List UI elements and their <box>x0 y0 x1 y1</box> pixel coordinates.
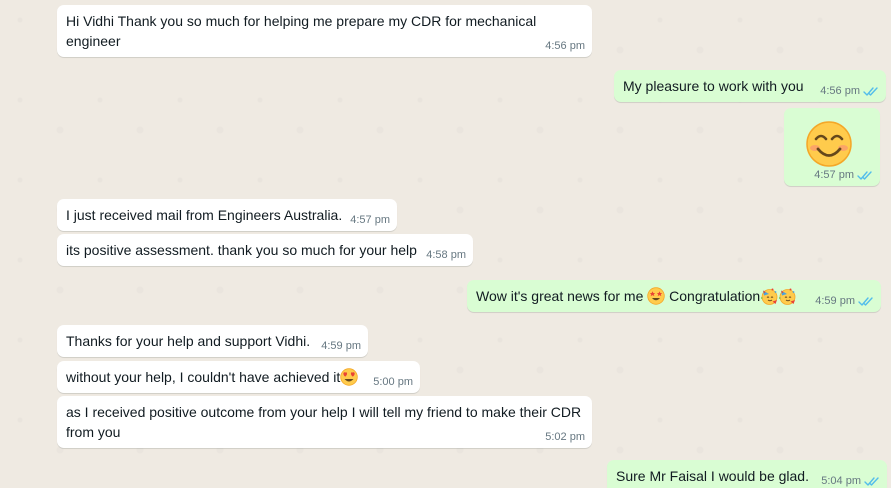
message-timestamp: 5:02 pm <box>545 431 585 443</box>
message-timestamp: 5:00 pm <box>373 376 413 388</box>
message-bubble-incoming[interactable]: as I received positive outcome from your… <box>57 396 592 448</box>
message-bubble-incoming[interactable]: I just received mail from Engineers Aust… <box>57 199 397 231</box>
message-timestamp: 5:04 pm <box>821 475 861 487</box>
message-bubble-incoming[interactable]: Thanks for your help and support Vidhi. … <box>57 325 368 357</box>
message-bubble-incoming[interactable]: without your help, I couldn't have achie… <box>57 361 420 393</box>
message-bubble-outgoing[interactable]: Wow it's great news for me Congratulatio… <box>467 280 881 312</box>
message-meta: 4:59 pm <box>815 294 874 308</box>
partying-face-emoji-icon <box>760 287 778 305</box>
heart-eyes-emoji-icon <box>340 368 358 386</box>
message-text-part: Wow it's great news for me <box>476 288 644 304</box>
double-check-icon <box>863 86 879 97</box>
message-text: as I received positive outcome from your… <box>66 404 582 440</box>
message-bubble-incoming[interactable]: its positive assessment. thank you so mu… <box>57 234 473 266</box>
message-timestamp: 4:59 pm <box>321 340 361 352</box>
message-bubble-outgoing[interactable]: Sure Mr Faisal I would be glad. 5:04 pm <box>607 460 887 488</box>
message-text: its positive assessment. thank you so mu… <box>66 242 417 258</box>
smiling-face-emoji-icon <box>805 120 853 168</box>
message-timestamp: 4:57 pm <box>814 169 854 181</box>
message-timestamp: 4:57 pm <box>350 214 390 226</box>
message-timestamp: 4:59 pm <box>815 295 855 307</box>
message-text-part: Congratulation <box>669 288 761 304</box>
double-check-icon <box>864 476 880 487</box>
message-bubble-incoming[interactable]: Hi Vidhi Thank you so much for helping m… <box>57 5 592 57</box>
message-timestamp: 4:56 pm <box>545 40 585 52</box>
message-text: I just received mail from Engineers Aust… <box>66 207 343 223</box>
message-text: Thanks for your help and support Vidhi. <box>66 333 311 349</box>
message-bubble-outgoing[interactable]: 4:57 pm <box>784 108 880 186</box>
message-bubble-outgoing[interactable]: My pleasure to work with you 4:56 pm <box>614 70 886 102</box>
message-timestamp: 4:58 pm <box>426 249 466 261</box>
message-text-part: without your help, I couldn't have achie… <box>66 369 341 385</box>
message-text: without your help, I couldn't have achie… <box>66 367 411 387</box>
message-meta: 4:57 pm <box>814 168 873 182</box>
message-text: Hi Vidhi Thank you so much for helping m… <box>66 13 537 49</box>
double-check-icon <box>858 296 874 307</box>
double-check-icon <box>857 170 873 181</box>
message-meta: 5:04 pm <box>821 474 880 488</box>
message-timestamp: 4:56 pm <box>820 85 860 97</box>
message-meta: 4:56 pm <box>820 84 879 98</box>
star-struck-emoji-icon <box>647 287 665 305</box>
partying-face-emoji-icon <box>778 287 796 305</box>
message-text: Wow it's great news for me Congratulatio… <box>476 286 872 306</box>
